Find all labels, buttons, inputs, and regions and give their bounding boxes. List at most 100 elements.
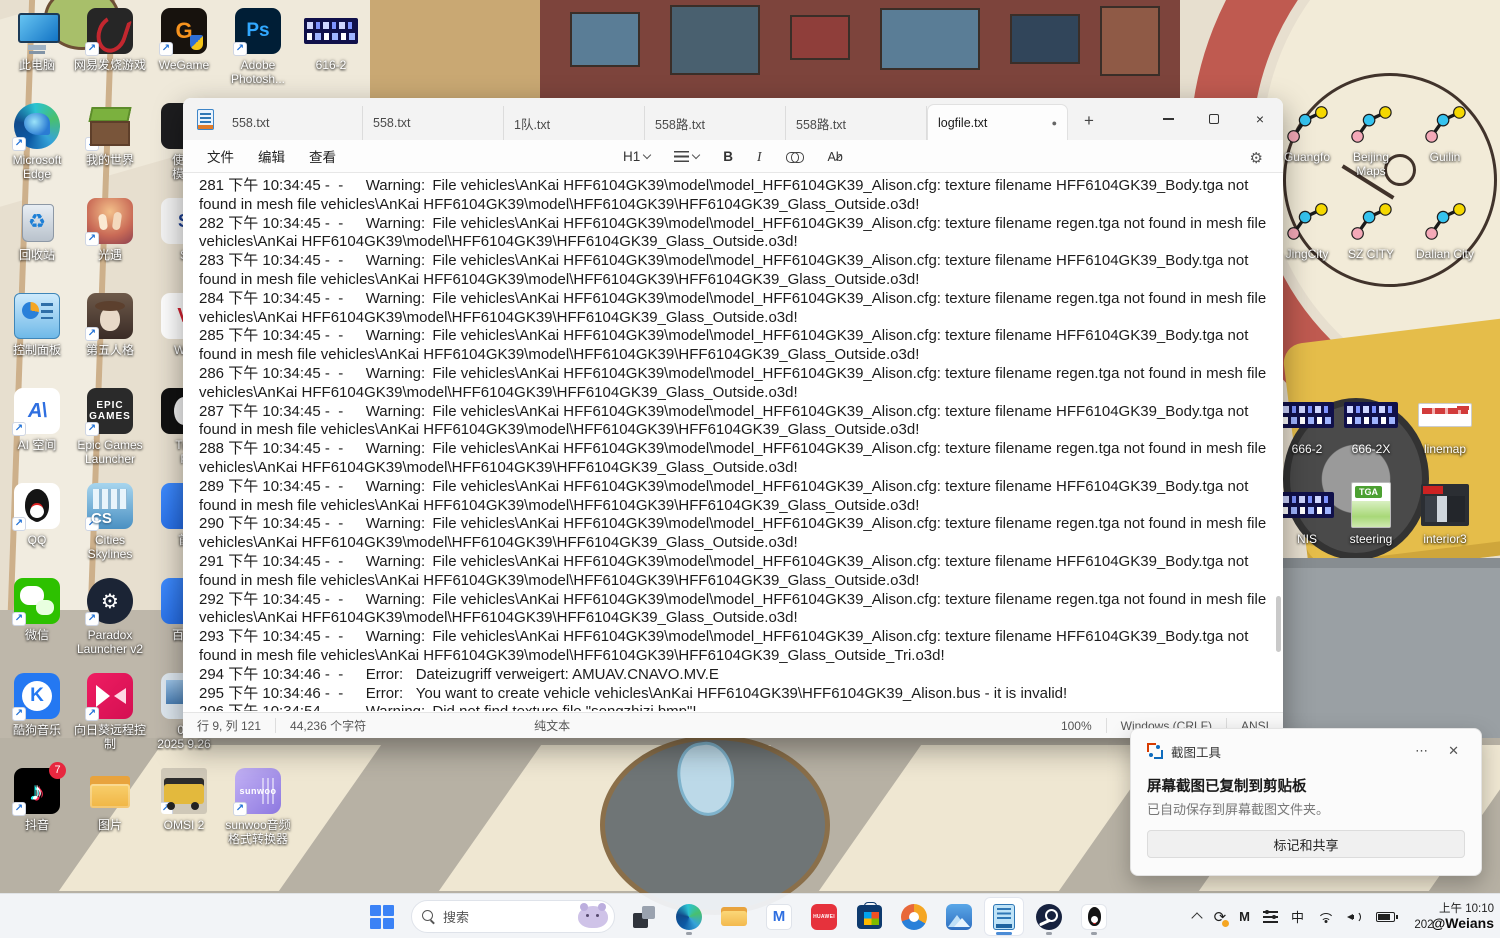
desktop-icon-steering[interactable]: TGAsteering: [1329, 482, 1413, 546]
menu-edit[interactable]: 编辑: [246, 141, 297, 171]
battery-icon[interactable]: [1376, 912, 1395, 922]
log-line-293: 293 下午 10:34:45 - - Warning: File vehicl…: [199, 628, 1269, 666]
tab-558.txt-0[interactable]: 558.txt: [222, 106, 363, 140]
tool-app-icon: [901, 904, 927, 930]
desktop-icon-sunwoo-converter[interactable]: sunwoo↗sunwoo音频格式转换器: [216, 768, 300, 846]
tray-mixer-icon[interactable]: [1263, 911, 1278, 923]
taskbar-start-button[interactable]: [362, 897, 402, 936]
desktop-icon-cities-skylines[interactable]: CS↗CitiesSkylines: [68, 483, 152, 561]
wifi-icon[interactable]: [1317, 910, 1334, 923]
taskbar-notepad-button[interactable]: [984, 897, 1024, 936]
desktop-icon-label: 我的世界: [86, 153, 134, 167]
toast-close-button[interactable]: ✕: [1442, 741, 1465, 761]
bold-button[interactable]: B: [715, 145, 741, 168]
new-tab-button[interactable]: +: [1072, 106, 1106, 136]
menu-file[interactable]: 文件: [195, 141, 246, 171]
desktop-icon-guilin[interactable]: Guilin: [1403, 100, 1487, 164]
tray-m-icon[interactable]: M: [1239, 909, 1250, 924]
desktop-icon-netease-games[interactable]: ↗网易发烧游戏: [68, 8, 152, 72]
desktop-icon-666-2x[interactable]: 666-2X: [1329, 392, 1413, 456]
tab-558_.txt-3[interactable]: 558路.txt: [645, 106, 786, 140]
sunflower-remote-icon: ↗: [87, 673, 133, 719]
close-button[interactable]: ×: [1237, 98, 1283, 140]
desktop-icon-wegame[interactable]: G↗WeGame: [142, 8, 226, 72]
m-app-icon: M: [766, 904, 792, 930]
desktop-icon-sky[interactable]: ↗光遇: [68, 198, 152, 262]
snipping-tool-toast: 截图工具 ⋯ ✕ 屏幕截图已复制到剪贴板 已自动保存到屏幕截图文件夹。 标记和共…: [1130, 728, 1482, 876]
desktop-icon-pictures[interactable]: 图片: [68, 768, 152, 832]
steering-icon: TGA: [1351, 482, 1391, 528]
menu-view[interactable]: 查看: [297, 141, 348, 171]
tab-1_.txt-2[interactable]: 1队.txt: [504, 106, 645, 140]
beijing-maps-icon: [1348, 100, 1394, 146]
vertical-scrollbar[interactable]: [1276, 178, 1281, 628]
desktop-icon-label: JingCity: [1286, 247, 1329, 261]
desktop-icon-label: 光遇: [98, 248, 122, 262]
markup-share-button[interactable]: 标记和共享: [1147, 830, 1465, 858]
link-button[interactable]: [778, 148, 812, 166]
shortcut-arrow-icon: ↗: [233, 802, 247, 816]
log-line-287: 287 下午 10:34:45 - - Warning: File vehicl…: [199, 403, 1269, 441]
notepad-window: 558.txt558.txt1队.txt558路.txt558路.txtlogf…: [183, 98, 1283, 738]
notepad-icon: [993, 904, 1015, 930]
maximize-button[interactable]: [1191, 98, 1237, 140]
taskbar-tool-app-button[interactable]: [894, 897, 934, 936]
toast-more-button[interactable]: ⋯: [1409, 741, 1434, 761]
taskbar-huawei-store-button[interactable]: HUAWEI: [804, 897, 844, 936]
tab-logfile.txt-5[interactable]: logfile.txt●: [927, 104, 1068, 140]
sz-city-icon: [1348, 197, 1394, 243]
search-bear-icon: [578, 906, 608, 928]
tray-chevron-up-icon[interactable]: [1193, 911, 1201, 922]
text-editor[interactable]: 281 下午 10:34:45 - - Warning: File vehicl…: [183, 173, 1283, 711]
taskbar-microsoft-store-button[interactable]: [849, 897, 889, 936]
tab-558.txt-1[interactable]: 558.txt: [363, 106, 504, 140]
tray-sync-icon[interactable]: ⟳: [1214, 908, 1227, 926]
taskbar-edge-button[interactable]: [669, 897, 709, 936]
zoom-level[interactable]: 100%: [1047, 719, 1106, 733]
screen: 此电脑↗网易发烧游戏G↗WeGamePs↗AdobePhotosh...616-…: [0, 0, 1500, 938]
shortcut-arrow-icon: ↗: [159, 42, 173, 56]
minimize-button[interactable]: [1145, 98, 1191, 140]
list-button[interactable]: [666, 147, 707, 166]
desktop-icon-beijing-maps[interactable]: BeijingMaps: [1329, 100, 1413, 178]
taskbar-clock[interactable]: 上午 10:10 202@Weians: [1408, 902, 1494, 932]
shortcut-arrow-icon: ↗: [233, 42, 247, 56]
shortcut-arrow-icon: ↗: [85, 137, 99, 151]
desktop-icon-sz-city[interactable]: SZ CITY: [1329, 197, 1413, 261]
desktop-icon-epic-games-launcher[interactable]: EPIC GAMES↗Epic GamesLauncher: [68, 388, 152, 466]
identity-v-icon: ↗: [87, 293, 133, 339]
taskbar-photos-button[interactable]: [939, 897, 979, 936]
desktop-icon-linemap[interactable]: linemap: [1403, 392, 1487, 456]
shortcut-arrow-icon: ↗: [12, 802, 26, 816]
tab-558_.txt-4[interactable]: 558路.txt: [786, 106, 927, 140]
taskbar-file-explorer-button[interactable]: [714, 897, 754, 936]
ime-indicator[interactable]: 中: [1291, 907, 1304, 926]
settings-button[interactable]: ⚙: [1244, 145, 1269, 172]
italic-button[interactable]: I: [749, 145, 770, 169]
desktop-icon-sunflower-remote[interactable]: ↗向日葵远程控制: [68, 673, 152, 751]
desktop-icon-label: interior3: [1423, 532, 1466, 546]
desktop-icon-616-2[interactable]: 616-2: [289, 8, 373, 72]
desktop-icon-identity-v[interactable]: ↗第五人格: [68, 293, 152, 357]
taskbar-steam-button[interactable]: [1029, 897, 1069, 936]
heading-button[interactable]: H1: [615, 145, 658, 168]
desktop-icon-minecraft[interactable]: ↗ 我的世界: [68, 103, 152, 167]
desktop-icon-omsi-2[interactable]: ↗OMSI 2: [142, 768, 226, 832]
desktop-icon-dalian-city[interactable]: Dalian City: [1403, 197, 1487, 261]
desktop-icon-interior3[interactable]: interior3: [1403, 482, 1487, 546]
desktop-icon-label: Guangfo: [1284, 150, 1330, 164]
taskbar-search[interactable]: 搜索: [411, 900, 615, 933]
taskbar-task-view-button[interactable]: [624, 897, 664, 936]
log-line-282: 282 下午 10:34:45 - - Warning: File vehicl…: [199, 215, 1269, 253]
taskbar-m-app-button[interactable]: M: [759, 897, 799, 936]
desktop-icon-adobe-photoshop[interactable]: Ps↗AdobePhotosh...: [216, 8, 300, 86]
kugou-music-icon: K↗: [14, 673, 60, 719]
paradox-launcher-icon: ⚙↗: [87, 578, 133, 624]
interior3-icon: [1421, 484, 1469, 526]
shortcut-arrow-icon: ↗: [12, 612, 26, 626]
volume-icon[interactable]: [1347, 911, 1363, 923]
taskbar-qq-button[interactable]: [1074, 897, 1114, 936]
scrollbar-thumb[interactable]: [1276, 596, 1281, 652]
clear-format-button[interactable]: Ab: [820, 146, 851, 168]
desktop-icon-paradox-launcher[interactable]: ⚙↗ParadoxLauncher v2: [68, 578, 152, 656]
